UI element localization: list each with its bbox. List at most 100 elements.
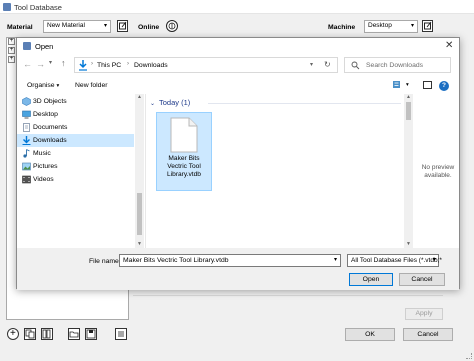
videos-icon: [22, 175, 31, 184]
add-tool-button[interactable]: +: [7, 328, 19, 340]
parent-ok-button[interactable]: OK: [345, 328, 395, 341]
chevron-down-icon[interactable]: ▾: [334, 256, 337, 263]
tree-expand-icon[interactable]: +: [8, 47, 15, 54]
search-placeholder: Search Downloads: [366, 62, 424, 69]
help-icon[interactable]: ?: [439, 81, 449, 91]
edit-material-button[interactable]: [117, 20, 128, 32]
plus-icon: +: [10, 328, 16, 339]
refresh-icon[interactable]: ↻: [324, 60, 331, 69]
music-icon: [23, 149, 30, 158]
chevron-down-icon[interactable]: ▾: [406, 82, 409, 88]
material-select[interactable]: New Material ▾: [43, 20, 111, 33]
chevron-down-icon: ▾: [432, 257, 436, 263]
scroll-up-icon[interactable]: ▲: [137, 94, 142, 100]
nav-item-desktop[interactable]: Desktop: [17, 108, 134, 121]
chevron-down-icon[interactable]: ▾: [310, 61, 313, 68]
file-name-label: Maker Bits Vectric Tool Library.vtdb: [167, 155, 201, 178]
nav-item-music[interactable]: Music: [17, 147, 134, 160]
apply-button[interactable]: Apply: [405, 308, 443, 320]
pictures-icon: [22, 162, 31, 171]
new-folder-button[interactable]: New folder: [75, 82, 108, 89]
chevron-down-icon: ▾: [56, 83, 60, 89]
import-export-button[interactable]: [115, 328, 127, 340]
close-icon[interactable]: ✕: [445, 40, 453, 51]
chevron-down-icon: ⌄: [150, 101, 156, 107]
copy-tool-button[interactable]: [24, 328, 36, 340]
search-icon: [351, 61, 360, 70]
online-label: Online: [138, 24, 160, 31]
view-options-icon[interactable]: [393, 81, 403, 89]
open-library-button[interactable]: [68, 328, 80, 340]
file-name-input[interactable]: Maker Bits Vectric Tool Library.vtdb ▾: [119, 254, 341, 267]
desktop-icon: [22, 110, 31, 119]
tree-expand-icon[interactable]: +: [8, 56, 15, 63]
file-icon: [170, 117, 198, 153]
folder-icon: [69, 331, 79, 338]
edit-icon: [119, 21, 127, 30]
duplicate-tool-button[interactable]: [41, 328, 53, 340]
file-list-scrollbar[interactable]: ▲ ▼: [404, 94, 413, 248]
file-list-scrollbar-thumb[interactable]: [406, 102, 411, 120]
file-name-label: File name:: [89, 258, 121, 265]
up-arrow-icon[interactable]: ↑: [61, 58, 66, 68]
dialog-title: Open: [35, 42, 54, 51]
copy-icon: [25, 329, 35, 339]
online-status-button[interactable]: [166, 20, 178, 32]
nav-item-videos[interactable]: Videos: [17, 173, 134, 186]
address-bar[interactable]: › This PC › Downloads ▾ ↻: [74, 57, 338, 73]
chevron-down-icon: ▾: [103, 23, 107, 29]
downloads-icon: [22, 136, 31, 145]
parent-title: Tool Database: [14, 3, 62, 12]
machine-select[interactable]: Desktop ▾: [364, 20, 418, 33]
organise-menu[interactable]: Organise ▾: [27, 82, 59, 89]
app-icon: [23, 42, 31, 50]
preview-pane-icon[interactable]: [423, 81, 432, 89]
chevron-right-icon: ›: [91, 61, 93, 67]
scroll-up-icon[interactable]: ▲: [406, 94, 411, 100]
save-icon: [86, 329, 96, 339]
file-list-pane: ⌄ Today (1) Maker Bits Vectric Tool Libr…: [145, 94, 413, 248]
save-library-button[interactable]: [85, 328, 97, 340]
downloads-icon: [79, 60, 87, 71]
scroll-down-icon[interactable]: ▼: [137, 241, 142, 247]
3d-objects-icon: [22, 97, 31, 106]
machine-label: Machine: [328, 24, 356, 31]
parent-cancel-button[interactable]: Cancel: [403, 328, 453, 341]
notes-icon: [118, 331, 124, 337]
open-button[interactable]: Open: [349, 273, 393, 286]
group-header-today[interactable]: ⌄ Today (1): [150, 98, 190, 107]
nav-item-pictures[interactable]: Pictures: [17, 160, 134, 173]
preview-pane: No preview available.: [415, 94, 459, 248]
nav-item-3d-objects[interactable]: 3D Objects: [17, 95, 134, 108]
nav-scrollbar[interactable]: ▲ ▼: [135, 94, 144, 248]
nav-item-downloads[interactable]: Downloads: [17, 134, 134, 147]
tree-expand-icon[interactable]: +: [8, 38, 15, 45]
edit-machine-button[interactable]: [422, 20, 433, 32]
preview-message: No preview available.: [421, 164, 455, 179]
chevron-down-icon: ▾: [410, 23, 414, 29]
navigation-toolbar: ← → ▾ ↑ › This PC › Downloads ▾ ↻ Search…: [17, 54, 459, 78]
documents-icon: [23, 123, 30, 132]
parent-title-bar: Tool Database: [0, 0, 474, 14]
open-file-dialog: Open ✕ ← → ▾ ↑ › This PC › Downloads ▾ ↻…: [16, 37, 460, 290]
breadcrumb-this-pc[interactable]: This PC: [97, 62, 121, 69]
dialog-cancel-button[interactable]: Cancel: [399, 273, 445, 286]
nav-scrollbar-thumb[interactable]: [137, 193, 142, 235]
chevron-right-icon: ›: [127, 61, 129, 67]
group-divider: [208, 103, 401, 104]
window-resize-grip[interactable]: [466, 353, 472, 359]
nav-item-documents[interactable]: Documents: [17, 121, 134, 134]
file-item[interactable]: Maker Bits Vectric Tool Library.vtdb: [156, 112, 212, 191]
back-arrow-icon[interactable]: ←: [23, 59, 32, 69]
tool-details-panel: [133, 295, 443, 321]
file-type-select[interactable]: All Tool Database Files (*.vtdb;* ▾: [347, 254, 442, 267]
scroll-down-icon[interactable]: ▼: [406, 241, 411, 247]
chevron-down-icon[interactable]: ▾: [49, 59, 52, 66]
app-icon: [3, 3, 11, 11]
forward-arrow-icon[interactable]: →: [36, 59, 45, 69]
edit-icon: [424, 21, 432, 30]
breadcrumb-downloads[interactable]: Downloads: [134, 62, 168, 69]
library-icon: [42, 329, 51, 339]
globe-icon: [168, 22, 176, 30]
search-box[interactable]: Search Downloads: [344, 57, 451, 73]
